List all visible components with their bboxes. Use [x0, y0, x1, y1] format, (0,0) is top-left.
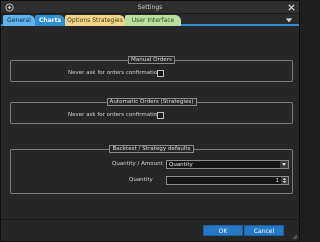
close-icon[interactable] [287, 3, 296, 12]
resize-grip-icon[interactable] [292, 234, 298, 240]
chevron-down-icon[interactable] [285, 16, 293, 24]
automatic-confirm-checkbox[interactable] [157, 112, 164, 119]
quantity-amount-label: Quantity / Amount [112, 161, 163, 167]
ok-button[interactable]: OK [203, 225, 243, 236]
backtest-defaults-group: Backtest / Strategy defaults Quantity / … [10, 145, 293, 194]
manual-orders-group: Manual Orders Never ask for orders confi… [10, 56, 293, 82]
automatic-confirm-label: Never ask for orders confirmation [68, 112, 161, 118]
quantity-stepper[interactable]: 1 [166, 176, 289, 185]
tab-user-interface[interactable]: User Interface [125, 15, 181, 26]
automatic-orders-title: Automatic Orders (Strategies) [106, 98, 197, 106]
quantity-amount-value: Quantity [169, 162, 193, 168]
tab-general[interactable]: General [3, 15, 35, 26]
backtest-defaults-title: Backtest / Strategy defaults [109, 145, 194, 153]
manual-orders-title: Manual Orders [128, 56, 175, 64]
title-bar[interactable]: Settings [1, 1, 299, 14]
settings-panel: Manual Orders Never ask for orders confi… [5, 28, 295, 216]
spinner-arrows-icon[interactable] [281, 177, 288, 184]
dialog-footer: OK Cancel [1, 219, 299, 241]
tab-strip: General Charts Options Strategies User I… [1, 14, 299, 26]
manual-confirm-label: Never ask for orders confirmation [68, 70, 161, 76]
manual-confirm-checkbox[interactable] [157, 70, 164, 77]
window-title: Settings [137, 4, 163, 11]
quantity-amount-select[interactable]: Quantity [166, 160, 289, 169]
cancel-button[interactable]: Cancel [244, 225, 284, 236]
quantity-value: 1 [275, 178, 280, 184]
automatic-orders-group: Automatic Orders (Strategies) Never ask … [10, 98, 293, 124]
settings-window: Settings General Charts Options Strategi… [0, 0, 300, 242]
quantity-label: Quantity [129, 177, 153, 183]
tab-options-strategies[interactable]: Options Strategies [65, 15, 125, 26]
tab-charts[interactable]: Charts [35, 15, 65, 26]
chevron-down-icon[interactable] [280, 161, 288, 168]
